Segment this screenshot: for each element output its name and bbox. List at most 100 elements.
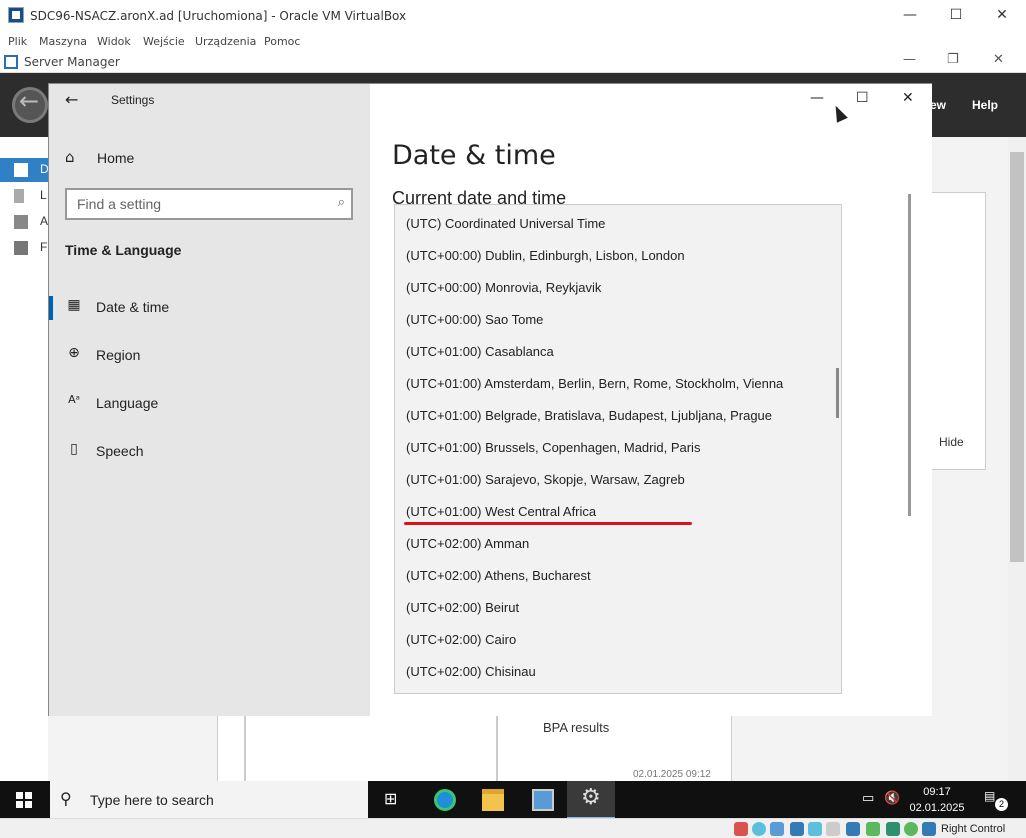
dashboard-icon <box>14 163 28 177</box>
timezone-option[interactable]: (UTC+00:00) Dublin, Edinburgh, Lisbon, L… <box>395 240 835 272</box>
shared-folders-icon[interactable] <box>826 822 840 836</box>
sidebar-item-local[interactable]: L <box>0 184 48 208</box>
menu-item-maszyna[interactable]: Maszyna <box>39 35 87 48</box>
server-icon <box>14 189 24 203</box>
vbox-menu-bar: Plik Maszyna Widok Wejście Urządzenia Po… <box>0 31 1026 51</box>
section-title: Time & Language <box>65 242 182 258</box>
mouse-integration-icon[interactable] <box>904 822 918 836</box>
cpu-icon[interactable] <box>886 822 900 836</box>
taskbar-clock[interactable]: 09:17 02.01.2025 <box>906 784 968 816</box>
edge-button[interactable] <box>420 781 468 818</box>
sm-minimize-icon[interactable]: — <box>903 52 916 67</box>
menu-item-pomoc[interactable]: Pomoc <box>264 35 300 48</box>
clock-date: 02.01.2025 <box>909 802 965 814</box>
timezone-option[interactable]: (UTC+00:00) Monrovia, Reykjavik <box>395 272 835 304</box>
timezone-option-highlighted[interactable]: (UTC+01:00) Sarajevo, Skopje, Warsaw, Za… <box>395 464 835 496</box>
sidebar-item-label: F <box>40 240 48 254</box>
tile <box>245 714 497 784</box>
timezone-option[interactable]: (UTC+00:00) Sao Tome <box>395 304 835 336</box>
sm-restore-icon[interactable]: ❐ <box>947 52 959 67</box>
menu-item-plik[interactable]: Plik <box>8 35 27 48</box>
timezone-dropdown-list[interactable]: (UTC) Coordinated Universal Time (UTC+00… <box>394 204 842 694</box>
timezone-option[interactable]: (UTC+02:00) Athens, Bucharest <box>395 560 835 592</box>
close-icon[interactable]: ✕ <box>902 90 914 106</box>
sidebar-item-all[interactable]: A <box>0 210 48 234</box>
taskbar: ⚲ Type here to search ⊞ ⚙ ▭ 🔇 09:17 02.0… <box>0 781 1026 818</box>
host-key-icon[interactable] <box>922 822 936 836</box>
audio-icon[interactable] <box>770 822 784 836</box>
search-icon: ⚲ <box>60 789 72 808</box>
timezone-option[interactable]: (UTC+01:00) Casablanca <box>395 336 835 368</box>
vbox-window-title: SDC96-NSACZ.aronX.ad [Uruchomiona] - Ora… <box>30 9 407 23</box>
timezone-option[interactable]: (UTC+02:00) Cairo <box>395 624 835 656</box>
home-icon: ⌂ <box>65 148 75 166</box>
edge-icon <box>434 789 456 811</box>
settings-button[interactable]: ⚙ <box>567 781 615 818</box>
network-adapter-icon[interactable] <box>790 822 804 836</box>
maximize-icon[interactable]: ☐ <box>856 90 869 106</box>
network-icon[interactable]: ▭ <box>862 791 874 806</box>
menu-item-widok[interactable]: Widok <box>97 35 131 48</box>
menu-item-urzadzenia[interactable]: Urządzenia <box>195 35 256 48</box>
server-manager-scrollbar[interactable] <box>1008 137 1026 777</box>
windows-start-icon[interactable] <box>16 792 32 808</box>
recording-icon[interactable] <box>866 822 880 836</box>
timezone-option[interactable]: (UTC+02:00) Amman <box>395 528 835 560</box>
red-underline-annotation <box>404 522 692 525</box>
hide-link[interactable]: Hide <box>939 435 964 449</box>
timezone-option[interactable]: (UTC+01:00) Amsterdam, Berlin, Bern, Rom… <box>395 368 835 400</box>
content-scrollbar[interactable] <box>908 194 911 516</box>
close-icon[interactable]: ✕ <box>979 4 1025 26</box>
home-label: Home <box>97 150 135 166</box>
timezone-option[interactable]: (UTC+02:00) Chisinau <box>395 656 835 688</box>
nav-item-date-time[interactable]: ▦ Date & time <box>49 290 370 326</box>
minimize-icon[interactable]: — <box>887 4 933 26</box>
vbox-title-bar: SDC96-NSACZ.aronX.ad [Uruchomiona] - Ora… <box>0 0 1026 31</box>
timezone-option[interactable]: (UTC+02:00) Beirut <box>395 592 835 624</box>
timezone-option[interactable]: (UTC+01:00) Brussels, Copenhagen, Madrid… <box>395 432 835 464</box>
server-manager-button[interactable] <box>518 781 566 818</box>
taskbar-search-box[interactable]: ⚲ Type here to search <box>50 781 368 818</box>
gear-icon: ⚙ <box>581 785 601 810</box>
back-arrow-icon[interactable] <box>12 87 48 123</box>
server-manager-taskbar-icon <box>532 789 554 811</box>
sidebar-item-label: L <box>40 188 47 202</box>
file-explorer-button[interactable] <box>468 781 516 818</box>
settings-title: Settings <box>111 93 155 107</box>
microphone-icon: ▯ <box>70 441 78 457</box>
nav-label: Region <box>96 347 141 363</box>
task-view-icon: ⊞ <box>384 789 398 808</box>
host-key-label: Right Control <box>941 823 1006 835</box>
hard-disk-icon[interactable] <box>734 822 748 836</box>
minimize-icon[interactable]: — <box>810 90 824 106</box>
sidebar-item-file[interactable]: F <box>0 236 48 260</box>
selected-indicator <box>49 296 53 320</box>
scrollbar-thumb[interactable] <box>1010 152 1024 562</box>
volume-muted-icon[interactable]: 🔇 <box>884 791 900 806</box>
sm-close-icon[interactable]: ✕ <box>993 52 1004 67</box>
page-title: Date & time <box>392 140 556 171</box>
nav-item-region[interactable]: ⊕ Region <box>49 338 370 374</box>
settings-search-input[interactable]: Find a setting ⌕ <box>65 188 353 220</box>
display-icon[interactable] <box>846 822 860 836</box>
virtualbox-logo-icon <box>8 7 24 23</box>
view-menu[interactable]: ew <box>930 98 946 112</box>
optical-drive-icon[interactable] <box>752 822 766 836</box>
timezone-option[interactable]: (UTC) Coordinated Universal Time <box>395 208 835 240</box>
sidebar-item-dashboard[interactable]: D <box>0 158 49 182</box>
help-menu[interactable]: Help <box>972 98 998 112</box>
notification-icon[interactable]: ▤ 2 <box>984 789 1008 811</box>
dropdown-scrollbar-thumb[interactable] <box>836 368 839 418</box>
maximize-icon[interactable]: ☐ <box>933 4 979 26</box>
servers-icon <box>14 215 28 229</box>
task-view-button[interactable]: ⊞ <box>370 781 418 818</box>
nav-item-speech[interactable]: ▯ Speech <box>49 434 370 470</box>
nav-label: Speech <box>96 443 144 459</box>
timezone-option[interactable]: (UTC+01:00) Belgrade, Bratislava, Budape… <box>395 400 835 432</box>
back-arrow-icon[interactable]: ← <box>65 90 78 109</box>
globe-icon: ⊕ <box>68 345 80 361</box>
usb-icon[interactable] <box>808 822 822 836</box>
nav-item-language[interactable]: Aᵃ Language <box>49 386 370 422</box>
menu-item-wejscie[interactable]: Wejście <box>143 35 185 48</box>
bpa-results-label[interactable]: BPA results <box>543 720 609 735</box>
